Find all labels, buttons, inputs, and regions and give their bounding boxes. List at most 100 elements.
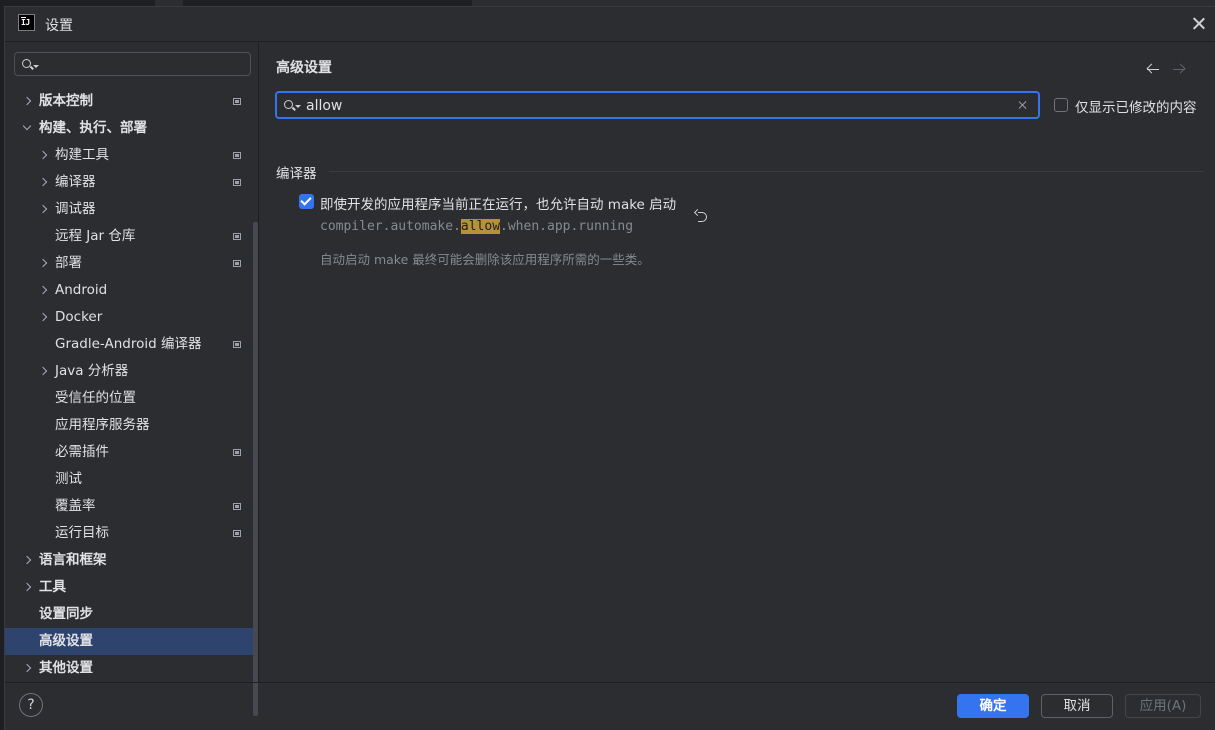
chevron-right-icon[interactable]	[22, 663, 32, 673]
sidebar-item-label: 测试	[55, 471, 82, 487]
settings-dialog: IJ 设置 版本控制构建、执行、部署构建工具编译器调试器远程 Jar 仓库 部署 A…	[4, 6, 1215, 730]
sidebar-item-label: 构建、执行、部署	[39, 120, 147, 136]
only-modified-label[interactable]: 仅显示已修改的内容	[1075, 96, 1197, 116]
allow-automake-checkbox[interactable]	[299, 194, 314, 209]
page-title: 高级设置	[276, 60, 332, 76]
section-divider	[329, 171, 1204, 172]
allow-automake-label[interactable]: 即使开发的应用程序当前正在运行，也允许自动 make 启动	[320, 193, 676, 213]
search-icon	[284, 100, 293, 109]
sidebar-item-label: 部署	[55, 255, 82, 271]
sidebar-item[interactable]: Java 分析器	[5, 358, 258, 385]
option-key-suffix: .when.app.running	[500, 219, 634, 234]
sidebar-item-label: 运行目标	[55, 525, 109, 541]
sidebar-item-label: 远程 Jar 仓库	[55, 228, 136, 244]
sidebar-item[interactable]: 工具	[5, 574, 258, 601]
intellij-logo-icon: IJ	[18, 14, 35, 31]
sidebar-item-label: Gradle-Android 编译器	[55, 336, 202, 352]
settings-content: 高级设置 allow 仅显示已修改的内容 编译器 即使开发的应用程序当前正在运行…	[259, 42, 1215, 682]
sidebar-item-label: 受信任的位置	[55, 390, 136, 406]
sidebar-item-label: Android	[55, 282, 108, 298]
sidebar-item[interactable]: 高级设置	[5, 628, 258, 655]
project-level-icon	[233, 341, 241, 348]
project-level-icon	[233, 179, 241, 186]
sidebar-item-label: 版本控制	[39, 93, 93, 109]
sidebar-item[interactable]: 编译器	[5, 169, 258, 196]
chevron-right-icon[interactable]	[38, 150, 48, 160]
project-level-icon	[233, 98, 241, 105]
sidebar-item-label: 调试器	[55, 201, 96, 217]
forward-arrow-icon[interactable]	[1173, 63, 1185, 75]
chevron-right-icon[interactable]	[38, 177, 48, 187]
title-bar: IJ 设置	[5, 7, 1215, 41]
sidebar-item-label: 应用程序服务器	[55, 417, 150, 433]
project-level-icon	[233, 233, 241, 240]
project-level-icon	[233, 152, 241, 159]
option-key: compiler.automake.allow.when.app.running	[320, 219, 633, 234]
sidebar-item[interactable]: 构建、执行、部署	[5, 115, 258, 142]
sidebar-item[interactable]: 部署	[5, 250, 258, 277]
option-description: 自动启动 make 最终可能会删除该应用程序所需的一些类。	[320, 252, 650, 267]
sidebar-item[interactable]: Android	[5, 277, 258, 304]
search-icon	[22, 59, 31, 68]
option-key-prefix: compiler.automake.	[320, 219, 461, 234]
project-level-icon	[233, 503, 241, 510]
sidebar-item[interactable]: 版本控制	[5, 88, 258, 115]
sidebar-item[interactable]: 覆盖率	[5, 493, 258, 520]
footer-divider	[5, 682, 1215, 683]
sidebar-item-label: 其他设置	[39, 660, 93, 676]
section-title: 编译器	[276, 166, 317, 182]
back-arrow-icon[interactable]	[1147, 63, 1159, 75]
sidebar-item[interactable]: 受信任的位置	[5, 385, 258, 412]
chevron-down-icon	[33, 65, 39, 68]
sidebar-item-label: 高级设置	[39, 633, 93, 649]
sidebar-search-input[interactable]	[14, 52, 251, 76]
chevron-right-icon[interactable]	[38, 366, 48, 376]
sidebar-item[interactable]: 远程 Jar 仓库	[5, 223, 258, 250]
project-level-icon	[233, 530, 241, 537]
chevron-right-icon[interactable]	[38, 258, 48, 268]
close-icon[interactable]	[1189, 14, 1209, 34]
settings-search-input[interactable]: allow	[275, 91, 1040, 119]
sidebar-item-label: 必需插件	[55, 444, 109, 460]
sidebar-item-label: 语言和框架	[39, 552, 107, 568]
sidebar-item[interactable]: 调试器	[5, 196, 258, 223]
ok-button[interactable]: 确定	[957, 694, 1029, 718]
sidebar-item-label: Docker	[55, 309, 103, 325]
sidebar-item-label: 编译器	[55, 174, 96, 190]
sidebar-item-label: Java 分析器	[55, 363, 129, 379]
sidebar-item[interactable]: Gradle-Android 编译器	[5, 331, 258, 358]
project-level-icon	[233, 260, 241, 267]
chevron-right-icon[interactable]	[22, 582, 32, 592]
sidebar-item-label: 构建工具	[55, 147, 109, 163]
sidebar-item[interactable]: 构建工具	[5, 142, 258, 169]
sidebar-item[interactable]: Docker	[5, 304, 258, 331]
sidebar-item-label: 覆盖率	[55, 498, 96, 514]
cancel-button[interactable]: 取消	[1041, 694, 1113, 718]
help-button[interactable]: ?	[19, 693, 43, 717]
clear-search-icon[interactable]	[1017, 99, 1029, 111]
chevron-down-icon[interactable]	[22, 121, 32, 131]
sidebar-item[interactable]: 语言和框架	[5, 547, 258, 574]
reset-default-icon[interactable]	[694, 209, 710, 223]
settings-sidebar: 版本控制构建、执行、部署构建工具编译器调试器远程 Jar 仓库 部署 Android…	[5, 42, 258, 716]
sidebar-item[interactable]: 设置同步	[5, 601, 258, 628]
dialog-title: 设置	[45, 18, 73, 34]
sidebar-item[interactable]: 运行目标	[5, 520, 258, 547]
sidebar-item[interactable]: 测试	[5, 466, 258, 493]
chevron-down-icon	[295, 105, 301, 108]
search-highlight: allow	[460, 219, 501, 234]
only-modified-checkbox[interactable]	[1054, 98, 1068, 112]
chevron-right-icon[interactable]	[38, 204, 48, 214]
sidebar-item[interactable]: 应用程序服务器	[5, 412, 258, 439]
chevron-right-icon[interactable]	[22, 555, 32, 565]
apply-button[interactable]: 应用(A)	[1125, 694, 1201, 718]
chevron-right-icon[interactable]	[38, 285, 48, 295]
settings-tree: 版本控制构建、执行、部署构建工具编译器调试器远程 Jar 仓库 部署 Android…	[5, 88, 258, 682]
project-level-icon	[233, 449, 241, 456]
chevron-right-icon[interactable]	[38, 312, 48, 322]
sidebar-item[interactable]: 必需插件	[5, 439, 258, 466]
sidebar-item-label: 设置同步	[39, 606, 93, 622]
sidebar-item-label: 工具	[39, 579, 66, 595]
chevron-right-icon[interactable]	[22, 96, 32, 106]
sidebar-item[interactable]: 其他设置	[5, 655, 258, 682]
